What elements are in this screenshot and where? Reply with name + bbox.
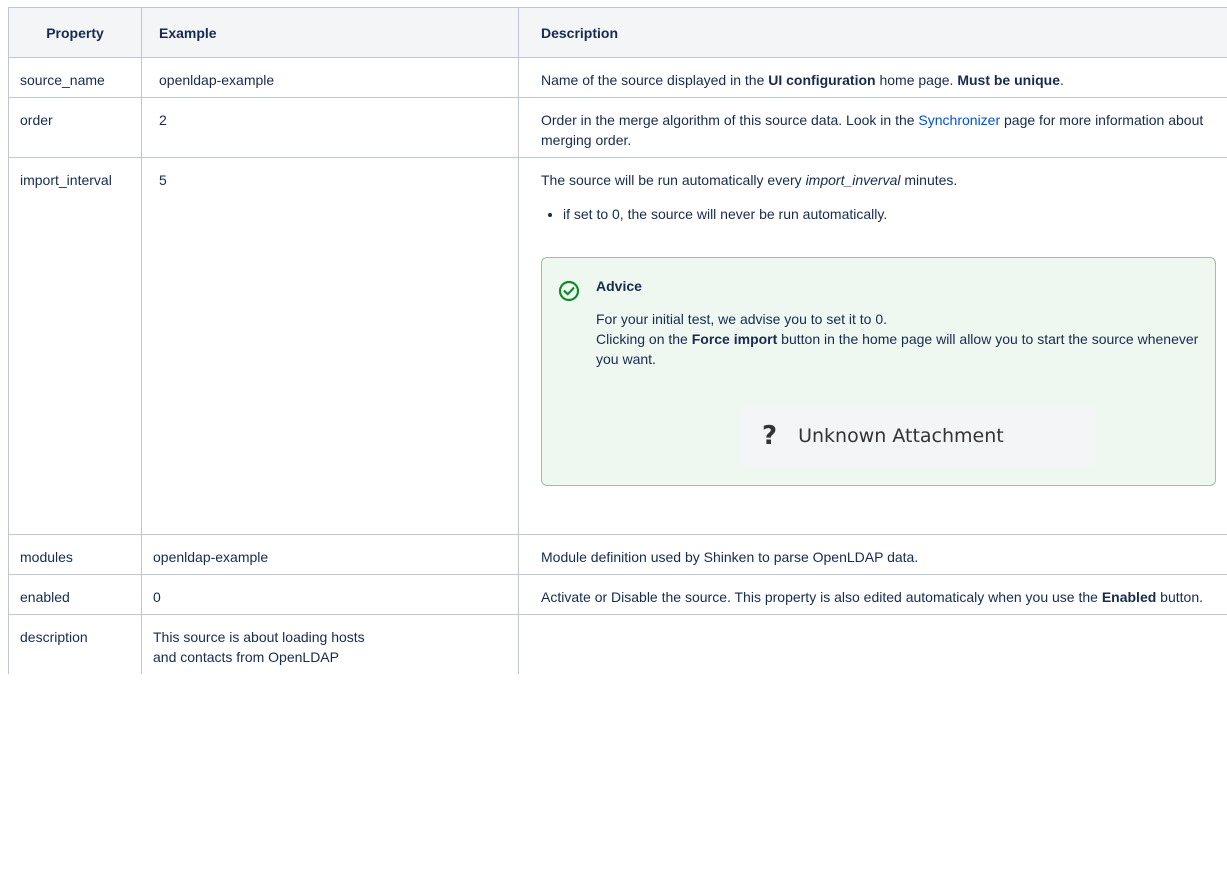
desc-text: . <box>1059 72 1064 88</box>
desc-paragraph: The source will be run automatically eve… <box>541 170 1216 190</box>
example-text: This source is about loading hosts and c… <box>153 629 365 665</box>
description-cell: Name of the source displayed in the UI c… <box>518 57 1227 98</box>
description-cell: Module definition used by Shinken to par… <box>518 534 1227 575</box>
property-cell: order <box>8 97 142 158</box>
bullet-list: if set to 0, the source will never be ru… <box>541 204 1216 224</box>
description-cell: Order in the merge algorithm of this sou… <box>518 97 1227 158</box>
desc-text: Module definition used by Shinken to par… <box>541 549 919 565</box>
table-row: source_name openldap-example Name of the… <box>8 57 1227 98</box>
description-cell: Activate or Disable the source. This pro… <box>518 574 1227 615</box>
description-cell <box>519 615 1227 675</box>
desc-text: minutes. <box>900 172 958 188</box>
property-cell: enabled <box>8 574 142 615</box>
table-row: description This source is about loading… <box>8 614 1227 675</box>
description-cell: The source will be run automatically eve… <box>518 157 1227 535</box>
advice-line: For your initial test, we advise you to … <box>596 311 888 327</box>
example-cell: This source is about loading hosts and c… <box>141 614 519 674</box>
desc-bold: Enabled <box>1101 589 1157 605</box>
property-cell: import_interval <box>8 157 142 535</box>
property-cell: description <box>8 614 142 674</box>
desc-text: button. <box>1156 589 1203 605</box>
header-property: Property <box>8 7 142 58</box>
table-row: order 2 Order in the merge algorithm of … <box>8 97 1227 158</box>
header-example: Example <box>141 7 519 58</box>
table-header-row: Property Example Description <box>8 7 1227 58</box>
desc-text: Name of the source displayed in the <box>541 72 769 88</box>
desc-text: home page. <box>875 72 958 88</box>
unknown-attachment[interactable]: ? Unknown Attachment <box>740 406 1096 466</box>
advice-text: Clicking on the <box>596 331 692 347</box>
example-cell: 5 <box>141 157 519 535</box>
advice-bold: Force import <box>691 331 778 347</box>
header-description: Description <box>518 7 1227 58</box>
question-icon: ? <box>762 421 778 451</box>
advice-title: Advice <box>596 278 642 294</box>
example-cell: 0 <box>141 574 519 615</box>
attachment-label: Unknown Attachment <box>798 425 1004 447</box>
desc-text: Activate or Disable the source. This pro… <box>541 589 1102 605</box>
synchronizer-link[interactable]: Synchronizer <box>918 112 1000 128</box>
list-item: if set to 0, the source will never be ru… <box>563 204 1216 224</box>
desc-bold: UI configuration <box>768 72 876 88</box>
example-cell: 2 <box>141 97 519 158</box>
property-cell: modules <box>8 534 142 575</box>
desc-text: Order in the merge algorithm of this sou… <box>541 112 919 128</box>
property-cell: source_name <box>8 57 142 98</box>
advice-panel: Advice For your initial test, we advise … <box>541 257 1216 486</box>
table-row: import_interval 5 The source will be run… <box>8 157 1227 535</box>
advice-paragraph: Clicking on the Force import button in t… <box>596 329 1199 369</box>
example-cell: openldap-example <box>141 534 519 575</box>
table-row: enabled 0 Activate or Disable the source… <box>8 574 1227 615</box>
properties-table: Property Example Description source_name… <box>8 7 1227 674</box>
desc-text: The source will be run automatically eve… <box>541 172 806 188</box>
check-circle-icon <box>558 280 580 302</box>
desc-italic: import_inverval <box>805 172 901 188</box>
table-row: modules openldap-example Module definiti… <box>8 534 1227 575</box>
desc-bold: Must be unique <box>957 72 1060 88</box>
example-cell: openldap-example <box>141 57 519 98</box>
